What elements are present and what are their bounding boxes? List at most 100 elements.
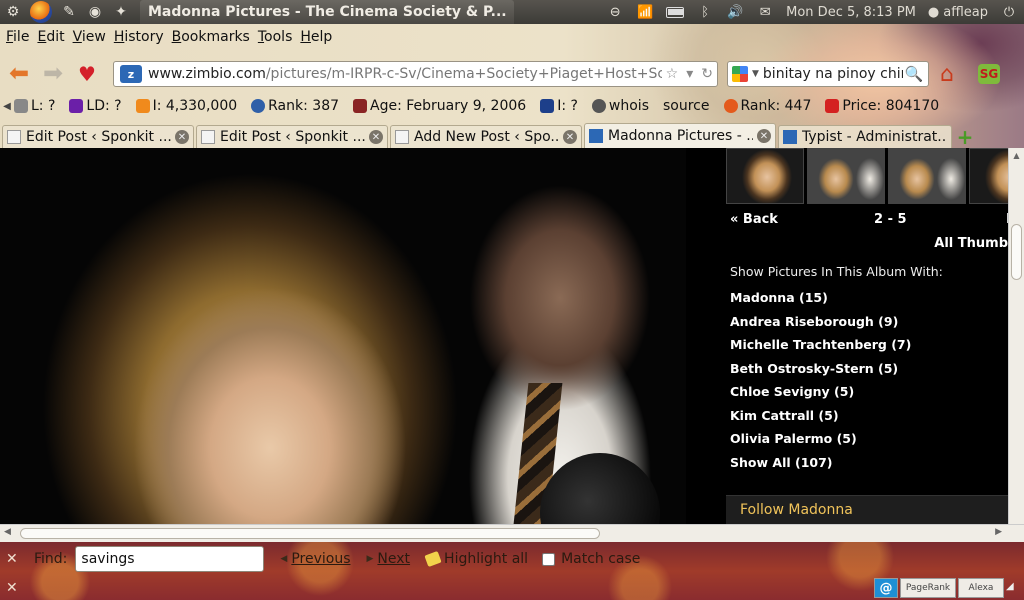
seobar-item[interactable]: L: ? (14, 98, 55, 114)
menu-history[interactable]: History (110, 29, 168, 45)
scroll-up-icon[interactable]: ▲ (1009, 148, 1024, 162)
menu-file[interactable]: File (2, 29, 33, 45)
vertical-scroll-thumb[interactable] (1011, 224, 1022, 280)
horizontal-scroll-thumb[interactable] (20, 528, 600, 539)
scroll-right-icon[interactable]: ▶ (995, 527, 1002, 537)
match-case-checkbox[interactable]: Match case (542, 551, 640, 567)
person-link[interactable]: Beth Ostrosky-Stern (5) (730, 361, 911, 385)
wifi-icon[interactable]: 📶 (636, 4, 654, 20)
resize-grip-icon[interactable]: ◢ (1006, 581, 1020, 595)
person-link[interactable]: Madonna (15) (730, 290, 911, 314)
tab-close-icon[interactable]: ✕ (175, 130, 189, 144)
tab-close-icon[interactable]: ✕ (563, 130, 577, 144)
url-text[interactable]: www.zimbio.com/pictures/m-IRPR-c-Sv/Cine… (148, 66, 662, 82)
seobar-item[interactable]: Rank: 447 (723, 98, 811, 114)
alexa-widget[interactable]: Alexa (958, 578, 1004, 598)
menu-bar: File Edit View History Bookmarks Tools H… (0, 24, 336, 50)
forward-button[interactable]: ➡ (38, 59, 68, 87)
favorite-heart-icon[interactable]: ♥ (78, 62, 96, 86)
tab-close-icon[interactable]: ✕ (757, 129, 771, 143)
next-arrow-icon: ▶ (366, 554, 374, 564)
back-button[interactable]: ⬅ (4, 59, 34, 87)
url-dropdown-icon[interactable]: ▾ (686, 66, 693, 82)
search-icon[interactable]: 🔍 (905, 65, 924, 83)
power-icon[interactable]: ⏻ (1000, 4, 1018, 20)
show-all-link[interactable]: Show All (107) (730, 455, 911, 479)
volume-icon[interactable]: 🔊 (726, 4, 744, 20)
new-tab-plus-icon[interactable]: + (954, 125, 976, 149)
seobar-item[interactable]: source (663, 98, 710, 114)
menu-edit[interactable]: Edit (33, 29, 68, 45)
horizontal-scrollbar[interactable]: ◀ ▶ (0, 524, 1024, 542)
bluetooth-icon[interactable]: ᛒ (696, 4, 714, 20)
vertical-scrollbar[interactable]: ▲ (1008, 148, 1024, 524)
at-addon-button[interactable]: @ (874, 578, 898, 598)
search-input[interactable] (762, 66, 903, 82)
all-thumbnails-link[interactable]: All Thumb (934, 236, 1008, 251)
find-close-icon[interactable]: ✕ (6, 551, 20, 567)
tab-active[interactable]: Madonna Pictures - ... ✕ (584, 123, 776, 148)
clock[interactable]: Mon Dec 5, 8:13 PM (786, 5, 916, 20)
ubuntu-menu-icon[interactable]: ⚙ (0, 0, 26, 24)
seobar-scroll-left-icon[interactable]: ◀ (0, 95, 14, 117)
engine-dropdown-icon[interactable]: ▼ (752, 69, 759, 79)
chrome-launcher-icon[interactable]: ◉ (82, 0, 108, 24)
thumbnail[interactable] (807, 148, 885, 204)
person-link[interactable]: Chloe Sevigny (5) (730, 384, 911, 408)
person-link[interactable]: Olivia Palermo (5) (730, 431, 911, 455)
checkbox-box[interactable] (542, 552, 556, 566)
seobar-item[interactable]: Age: February 9, 2006 (353, 98, 526, 114)
thumbnail[interactable] (726, 148, 804, 204)
person-link[interactable]: Kim Cattrall (5) (730, 408, 911, 432)
addon-button[interactable]: SG (978, 64, 1000, 84)
person-link[interactable]: Andrea Riseborough (9) (730, 314, 911, 338)
menu-bookmarks[interactable]: Bookmarks (168, 29, 254, 45)
bookmark-star-icon[interactable]: ☆ (666, 66, 679, 82)
find-input[interactable] (75, 546, 265, 572)
tab-close-icon[interactable]: ✕ (369, 130, 383, 144)
tab[interactable]: Edit Post ‹ Sponkit ... ✕ (196, 125, 388, 148)
pagerank-widget[interactable]: PageRank (900, 578, 956, 598)
tab[interactable]: Edit Post ‹ Sponkit ... ✕ (2, 125, 194, 148)
back-link[interactable]: « Back (730, 212, 778, 227)
scroll-left-icon[interactable]: ◀ (4, 527, 11, 537)
site-identity-icon[interactable]: z (120, 65, 142, 83)
menu-help[interactable]: Help (296, 29, 336, 45)
photo-microphone-detail (540, 453, 660, 524)
album-sidebar: « Back 2 - 5 N All Thumb Show Pictures I… (726, 148, 1024, 524)
seobar-item[interactable]: Rank: 387 (251, 98, 339, 114)
tab[interactable]: Typist - Administrat... (778, 125, 952, 148)
thumbnail[interactable] (888, 148, 966, 204)
main-photo[interactable] (0, 148, 686, 524)
person-link[interactable]: Michelle Trachtenberg (7) (730, 337, 911, 361)
compete-icon (723, 99, 738, 113)
mail-icon[interactable]: ✉ (756, 4, 774, 20)
find-next-button[interactable]: ▶ Next (367, 551, 411, 567)
seobar-item[interactable]: Price: 804170 (825, 98, 939, 114)
seo-toolbar: ◀ L: ? LD: ? I: 4,330,000 Rank: 387 Age:… (0, 95, 1024, 117)
reload-icon[interactable]: ↻ (701, 66, 713, 82)
seobar-item[interactable]: whois (591, 98, 649, 114)
search-bar[interactable]: ▼ 🔍 (727, 61, 929, 87)
tab[interactable]: Add New Post ‹ Spo... ✕ (390, 125, 582, 148)
text-editor-launcher-icon[interactable]: ✎ (56, 0, 82, 24)
seobar-item[interactable]: I: ? (540, 98, 578, 114)
seobar-item[interactable]: LD: ? (69, 98, 122, 114)
minimize-indicator-icon[interactable]: ⊖ (606, 4, 624, 20)
thumbnail-strip (726, 148, 1024, 204)
follow-button[interactable]: Follow Madonna (726, 495, 1008, 524)
statusbar-close-icon[interactable]: ✕ (6, 580, 18, 596)
firefox-launcher-icon[interactable] (30, 1, 52, 23)
address-bar[interactable]: z www.zimbio.com/pictures/m-IRPR-c-Sv/Ci… (113, 61, 718, 87)
highlight-all-button[interactable]: Highlight all (424, 550, 528, 568)
menu-tools[interactable]: Tools (254, 29, 297, 45)
google-engine-icon[interactable] (732, 66, 748, 82)
find-previous-button[interactable]: ◀ Previous (280, 551, 350, 567)
battery-icon[interactable] (666, 4, 685, 20)
page-range: 2 - 5 (874, 212, 907, 227)
seobar-item[interactable]: I: 4,330,000 (135, 98, 237, 114)
puzzle-launcher-icon[interactable]: ✦ (108, 0, 134, 24)
user-menu[interactable]: ● affleap (928, 5, 988, 20)
menu-view[interactable]: View (69, 29, 110, 45)
home-icon[interactable]: ⌂ (940, 62, 954, 87)
